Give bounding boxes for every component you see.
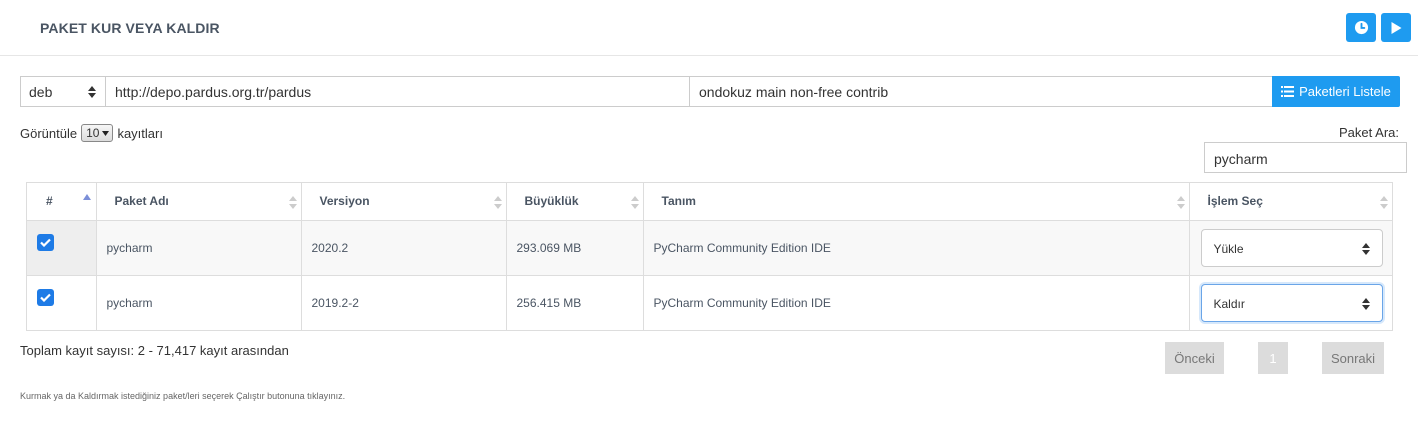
repo-type-value: deb — [29, 84, 53, 100]
checkmark-icon — [40, 238, 51, 247]
page-length-prefix: Görüntüle — [20, 125, 78, 141]
list-icon — [1281, 86, 1295, 97]
play-icon — [1391, 21, 1401, 34]
row-checkbox[interactable] — [37, 233, 54, 251]
column-header-name[interactable]: Paket Adı — [96, 183, 302, 221]
repo-url-input[interactable]: http://depo.pardus.org.tr/pardus — [105, 76, 690, 107]
page-length-select[interactable]: 10 — [81, 124, 114, 142]
sort-icon — [1380, 196, 1388, 209]
run-button[interactable] — [1381, 13, 1411, 42]
package-name-cell: pycharm — [96, 220, 302, 276]
select-arrows-icon — [1361, 297, 1370, 310]
column-header-size[interactable]: Büyüklük — [506, 183, 644, 221]
page-header: PAKET KUR VEYA KALDIR — [0, 0, 1418, 56]
clock-icon — [1354, 20, 1368, 35]
page-title: PAKET KUR VEYA KALDIR — [40, 20, 220, 36]
column-header-action[interactable]: İşlem Seç — [1189, 183, 1392, 221]
repo-type-select[interactable]: deb — [20, 76, 106, 107]
previous-page-button[interactable]: Önceki — [1165, 342, 1224, 374]
row-checkbox[interactable] — [37, 288, 54, 306]
search-label: Paket Ara: — [1339, 125, 1399, 140]
row-select-cell — [27, 275, 97, 330]
table-header-row: # Paket Adı Versiyon Büyüklük Tanım İşle… — [27, 183, 1392, 221]
sort-asc-icon — [82, 194, 91, 200]
table-info: Toplam kayıt sayısı: 2 - 71,417 kayıt ar… — [20, 343, 289, 358]
column-header-index[interactable]: # — [27, 183, 97, 221]
action-select[interactable]: Kaldır — [1200, 283, 1383, 322]
page-length-suffix: kayıtları — [117, 125, 163, 141]
sort-icon — [1176, 196, 1185, 209]
sort-icon — [493, 196, 502, 209]
package-name-cell: pycharm — [96, 275, 302, 330]
column-header-description[interactable]: Tanım — [643, 183, 1190, 221]
page-length-control: Görüntüle 10 kayıtları — [20, 124, 163, 142]
packages-table: # Paket Adı Versiyon Büyüklük Tanım İşle… — [26, 182, 1393, 331]
sort-icon — [630, 196, 639, 209]
package-version-cell: 2019.2-2 — [301, 275, 507, 330]
page-number-button[interactable]: 1 — [1258, 342, 1288, 374]
package-version-cell: 2020.2 — [301, 220, 507, 276]
repo-components-input[interactable]: ondokuz main non-free contrib — [689, 76, 1273, 107]
action-select-value: Kaldır — [1213, 296, 1245, 311]
package-size-cell: 293.069 MB — [506, 220, 644, 276]
search-input[interactable]: pycharm — [1204, 142, 1407, 173]
package-size-cell: 256.415 MB — [506, 275, 644, 330]
table-row: pycharm 2019.2-2 256.415 MB PyCharm Comm… — [27, 275, 1392, 330]
list-packages-button[interactable]: Paketleri Listele — [1272, 76, 1400, 107]
page-length-value: 10 — [86, 126, 100, 140]
row-select-cell — [27, 220, 97, 276]
table-row: pycharm 2020.2 293.069 MB PyCharm Commun… — [27, 220, 1392, 276]
action-select-value: Yükle — [1213, 241, 1244, 256]
package-action-cell: Yükle — [1189, 220, 1392, 276]
column-header-version[interactable]: Versiyon — [301, 183, 507, 221]
package-description-cell: PyCharm Community Edition IDE — [643, 220, 1190, 276]
next-page-button[interactable]: Sonraki — [1322, 342, 1384, 374]
select-arrows-icon — [88, 86, 96, 98]
package-description-cell: PyCharm Community Edition IDE — [643, 275, 1190, 330]
list-packages-label: Paketleri Listele — [1299, 84, 1391, 99]
select-arrows-icon — [1361, 242, 1370, 255]
action-select[interactable]: Yükle — [1200, 228, 1383, 267]
caret-down-icon — [102, 130, 110, 136]
repository-form: deb http://depo.pardus.org.tr/pardus ond… — [20, 76, 1400, 107]
sort-icon — [288, 196, 297, 209]
checkmark-icon — [40, 293, 51, 302]
help-note: Kurmak ya da Kaldırmak istediğiniz paket… — [20, 391, 346, 401]
package-action-cell: Kaldır — [1189, 275, 1392, 330]
history-button[interactable] — [1346, 13, 1376, 42]
